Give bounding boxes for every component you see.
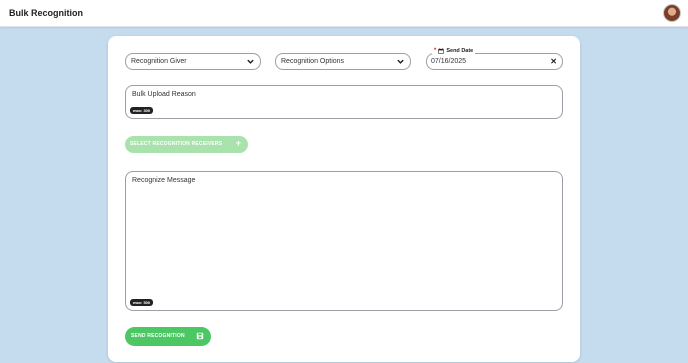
required-mark: * bbox=[434, 48, 437, 54]
max-length-badge: max: 300 bbox=[130, 107, 154, 114]
recognition-giver-label: Recognition Giver bbox=[131, 58, 187, 65]
send-recognition-label: SEND RECOGNITION bbox=[131, 333, 185, 339]
send-date-field[interactable]: * Send Date 07/16/2025 ✕ bbox=[426, 48, 563, 70]
send-date-label: Send Date bbox=[446, 48, 474, 54]
chevron-down-icon bbox=[397, 59, 404, 64]
select-receivers-label: SELECT RECOGNITION RECEIVERS bbox=[130, 141, 223, 147]
recognize-message-input[interactable]: Recognize Message max: 500 bbox=[125, 171, 563, 311]
page-title: Bulk Recognition bbox=[9, 8, 83, 18]
calendar-icon bbox=[438, 48, 445, 54]
recognition-giver-select[interactable]: Recognition Giver bbox=[125, 53, 261, 70]
close-icon[interactable]: ✕ bbox=[550, 57, 557, 66]
select-receivers-button[interactable]: SELECT RECOGNITION RECEIVERS + bbox=[125, 136, 248, 153]
bulk-recognition-form: Recognition Giver Recognition Options * … bbox=[108, 36, 580, 362]
bulk-upload-reason-label: Bulk Upload Reason bbox=[132, 91, 196, 98]
recognize-message-label: Recognize Message bbox=[132, 177, 196, 184]
send-date-legend: * Send Date bbox=[432, 48, 476, 54]
chevron-down-icon bbox=[247, 59, 254, 64]
send-date-value: 07/16/2025 bbox=[431, 58, 467, 65]
plus-icon: + bbox=[235, 138, 241, 148]
recognition-options-label: Recognition Options bbox=[281, 58, 345, 65]
max-length-badge: max: 500 bbox=[130, 299, 154, 306]
recognition-options-select[interactable]: Recognition Options bbox=[275, 53, 411, 70]
bulk-upload-reason-input[interactable]: Bulk Upload Reason max: 300 bbox=[125, 85, 563, 119]
top-bar: Bulk Recognition bbox=[0, 0, 688, 27]
send-recognition-button[interactable]: SEND RECOGNITION bbox=[125, 327, 211, 346]
save-icon bbox=[196, 332, 204, 340]
user-avatar[interactable] bbox=[663, 4, 681, 22]
